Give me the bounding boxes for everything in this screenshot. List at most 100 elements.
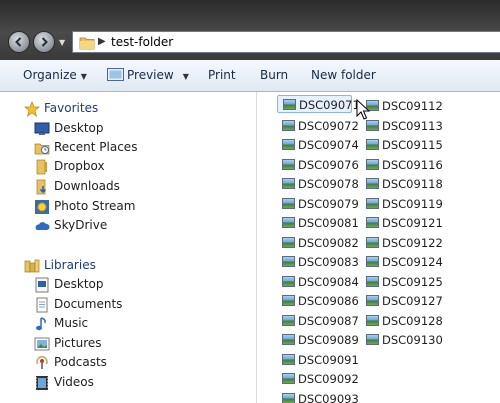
image-file-icon (282, 334, 295, 345)
file-name: DSC09124 (382, 255, 443, 269)
file-item[interactable]: DSC09112 (361, 97, 443, 115)
mouse-pointer-icon (356, 99, 370, 120)
file-name: DSC09121 (382, 216, 443, 230)
image-file-icon (282, 178, 295, 189)
file-item[interactable]: DSC09092 (277, 370, 359, 388)
navigation-pane: Favorites Desktop Recent Places Dropbox (0, 92, 257, 403)
folder-icon (79, 37, 95, 50)
file-name: DSC09115 (382, 138, 443, 152)
nav-item-label: Downloads (54, 179, 120, 193)
file-item[interactable]: DSC09083 (277, 253, 359, 271)
new-folder-button[interactable]: New folder (311, 68, 376, 82)
file-item[interactable]: DSC09124 (361, 253, 443, 271)
file-item[interactable]: DSC09093 (277, 390, 359, 403)
file-name: DSC09113 (382, 119, 443, 133)
file-item[interactable]: DSC09118 (361, 175, 443, 193)
file-item[interactable]: DSC09119 (361, 195, 443, 213)
image-file-icon (282, 237, 295, 248)
downloads-folder-icon (36, 179, 47, 195)
file-name: DSC09128 (382, 314, 443, 328)
file-item[interactable]: DSC09079 (277, 195, 359, 213)
back-button[interactable] (8, 31, 30, 53)
explorer-window: ▼ ▶ test-folder Organize ▼ Preview ▼ Print… (0, 0, 500, 403)
breadcrumb-separator-icon[interactable]: ▶ (98, 36, 106, 47)
file-item[interactable]: DSC09078 (277, 175, 359, 193)
image-file-icon (366, 295, 379, 306)
file-item[interactable]: DSC09081 (277, 214, 359, 232)
file-item[interactable]: DSC09087 (277, 312, 359, 330)
file-name: DSC09074 (298, 138, 359, 152)
image-file-icon (282, 256, 295, 267)
file-item[interactable]: DSC09074 (277, 136, 359, 154)
recent-pages-chevron-icon[interactable]: ▼ (59, 38, 65, 47)
image-file-icon (366, 315, 379, 326)
forward-arrow-icon (41, 37, 48, 47)
file-item[interactable]: DSC09125 (361, 273, 443, 291)
file-item[interactable]: DSC09113 (361, 117, 443, 135)
file-name: DSC09079 (298, 197, 359, 211)
chevron-down-icon: ▼ (182, 72, 189, 81)
preview-menu-button[interactable]: Preview ▼ (107, 68, 189, 82)
image-file-icon (366, 139, 379, 150)
file-name: DSC09092 (298, 372, 359, 386)
file-item[interactable]: DSC09084 (277, 273, 359, 291)
image-file-icon (282, 198, 295, 209)
file-item[interactable]: DSC09076 (277, 156, 359, 174)
image-file-icon (366, 198, 379, 209)
forward-button[interactable] (33, 31, 55, 53)
file-name: DSC09071 (299, 98, 360, 112)
image-file-icon (366, 276, 379, 287)
organize-menu-button[interactable]: Organize ▼ (23, 68, 87, 82)
file-item[interactable]: DSC09086 (277, 292, 359, 310)
nav-group-label: Libraries (44, 258, 96, 272)
file-item[interactable]: DSC09089 (277, 331, 359, 349)
file-name: DSC09089 (298, 333, 359, 347)
print-button[interactable]: Print (208, 68, 236, 82)
back-arrow-icon (15, 37, 22, 47)
file-name: DSC09091 (298, 353, 359, 367)
organize-label: Organize (23, 68, 77, 82)
file-item[interactable]: DSC09115 (361, 136, 443, 154)
file-item[interactable]: DSC09116 (361, 156, 443, 174)
preview-icon (107, 68, 124, 81)
file-item[interactable]: DSC09121 (361, 214, 443, 232)
file-item[interactable]: DSC09082 (277, 234, 359, 252)
image-file-icon (366, 256, 379, 267)
image-file-icon (282, 276, 295, 287)
image-file-icon (366, 217, 379, 228)
nav-item-label: Photo Stream (54, 199, 136, 213)
file-name: DSC09116 (382, 158, 443, 172)
desktop-icon (35, 277, 49, 293)
image-file-icon (366, 178, 379, 189)
file-item[interactable]: DSC09072 (277, 117, 359, 135)
file-item[interactable]: DSC09128 (361, 312, 443, 330)
file-item[interactable]: DSC09130 (361, 331, 443, 349)
music-note-icon (36, 317, 46, 331)
file-list-pane: DSC09071 DSC09072 DSC09074 DSC09076 DSC0… (257, 92, 500, 403)
desktop-icon (34, 122, 50, 135)
file-name: DSC09086 (298, 294, 359, 308)
recent-places-icon (34, 143, 50, 155)
file-item[interactable]: DSC09127 (361, 292, 443, 310)
dropbox-folder-icon (36, 159, 47, 175)
breadcrumb-current-folder[interactable]: test-folder (111, 35, 173, 49)
file-name: DSC09119 (382, 197, 443, 211)
file-name: DSC09112 (382, 99, 443, 113)
file-item[interactable]: DSC09091 (277, 351, 359, 369)
photo-stream-icon (35, 200, 49, 214)
file-name: DSC09087 (298, 314, 359, 328)
address-bar[interactable]: ▶ test-folder (72, 31, 500, 53)
file-name: DSC09084 (298, 275, 359, 289)
file-name: DSC09093 (298, 392, 359, 403)
videos-icon (36, 376, 48, 390)
burn-button[interactable]: Burn (260, 68, 288, 82)
file-item[interactable]: DSC09122 (361, 234, 443, 252)
file-name: DSC09083 (298, 255, 359, 269)
file-name: DSC09082 (298, 236, 359, 250)
file-item[interactable]: DSC09071 (277, 95, 360, 113)
file-name: DSC09078 (298, 177, 359, 191)
image-file-icon (282, 295, 295, 306)
file-name: DSC09118 (382, 177, 443, 191)
image-file-icon (366, 334, 379, 345)
nav-item-label: Documents (54, 297, 123, 311)
